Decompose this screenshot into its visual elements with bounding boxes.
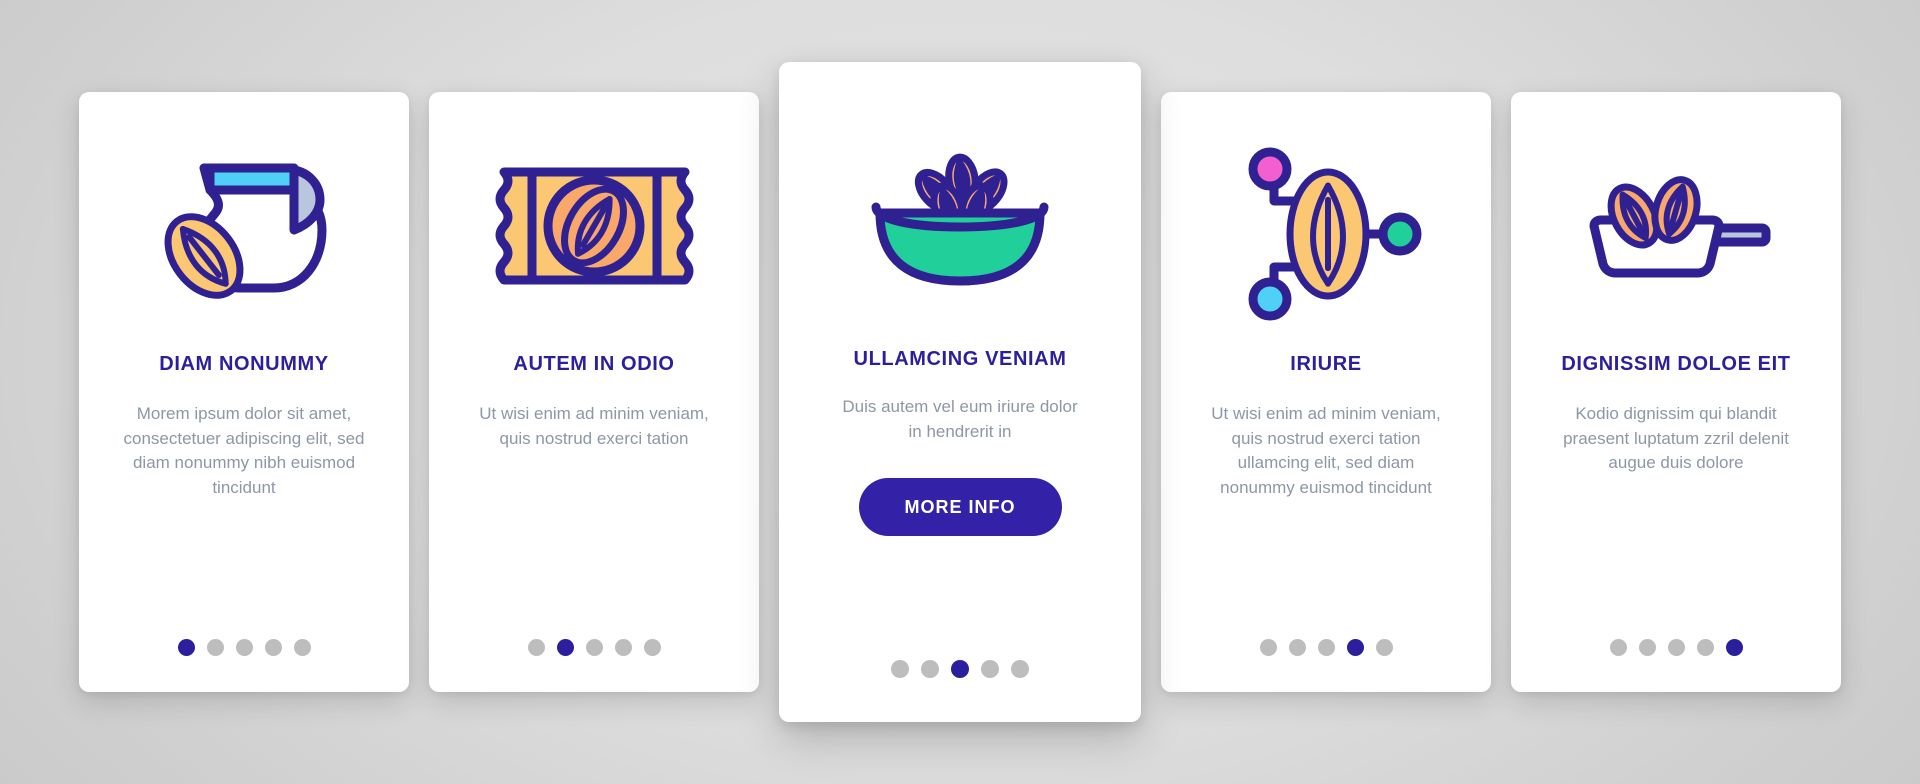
card-title: ULLAMCING VENIAM: [853, 348, 1067, 370]
almond-pitcher-icon: [164, 163, 327, 299]
almond-pan-icon: [1511, 92, 1841, 352]
onboarding-card[interactable]: DIGNISSIM DOLOE EIT Kodio dignissim qui b…: [1511, 92, 1841, 692]
onboarding-cards-stage: DIAM NONUMMY Morem ipsum dolor sit amet, …: [0, 0, 1920, 784]
pagination-dot[interactable]: [891, 660, 909, 678]
almond-bowl-icon: [779, 62, 1141, 347]
almond-candy-wrapper-icon: [495, 167, 693, 285]
pagination-dot[interactable]: [585, 639, 603, 656]
card-title: AUTEM IN ODIO: [513, 353, 675, 375]
pagination-dot[interactable]: [264, 639, 282, 656]
pagination-dot[interactable]: [614, 639, 632, 656]
pagination-dot-active[interactable]: [177, 639, 195, 656]
pagination-dot[interactable]: [206, 639, 224, 656]
onboarding-card[interactable]: DIAM NONUMMY Morem ipsum dolor sit amet, …: [79, 92, 409, 692]
pagination-dot[interactable]: [293, 639, 311, 656]
card-title: DIGNISSIM DOLOE EIT: [1561, 353, 1791, 375]
onboarding-card[interactable]: AUTEM IN ODIO Ut wisi enim ad minim venia…: [429, 92, 759, 692]
card-title: IRIURE: [1290, 353, 1362, 375]
pagination-dot-active[interactable]: [1346, 639, 1364, 656]
pagination-dot[interactable]: [1696, 639, 1714, 656]
pagination-dot[interactable]: [643, 639, 661, 656]
almond-candy-wrapper-icon: [429, 92, 759, 352]
pagination-dot[interactable]: [1638, 639, 1656, 656]
pagination-dot[interactable]: [1011, 660, 1029, 678]
almond-pan-icon: [1589, 176, 1770, 278]
pagination-dot-active[interactable]: [556, 639, 574, 656]
card-body-text: Ut wisi enim ad minim veniam, quis nostr…: [479, 404, 709, 448]
pagination-dot-active[interactable]: [1725, 639, 1743, 656]
pagination-dot[interactable]: [1375, 639, 1393, 656]
pagination-dot[interactable]: [1288, 639, 1306, 656]
card-body-text: Ut wisi enim ad minim veniam, quis nostr…: [1211, 404, 1441, 497]
pagination-dot[interactable]: [981, 660, 999, 678]
almond-pitcher-icon: [79, 92, 409, 352]
pagination-dot[interactable]: [527, 639, 545, 656]
almond-network-icon: [1248, 147, 1422, 320]
pagination-dots: [1511, 639, 1841, 656]
almond-network-icon: [1161, 92, 1491, 352]
pagination-dots: [779, 660, 1141, 678]
onboarding-card[interactable]: IRIURE Ut wisi enim ad minim veniam, quis…: [1161, 92, 1491, 692]
pagination-dot[interactable]: [1317, 639, 1335, 656]
card-title: DIAM NONUMMY: [159, 353, 329, 375]
card-body-text: Kodio dignissim qui blandit praesent lup…: [1563, 404, 1789, 473]
pagination-dot-active[interactable]: [951, 660, 969, 678]
almond-bowl-icon: [871, 153, 1048, 285]
card-body-text: Morem ipsum dolor sit amet, consectetuer…: [123, 404, 365, 497]
pagination-dot[interactable]: [921, 660, 939, 678]
pagination-dots: [1161, 639, 1491, 656]
card-body-text: Duis autem vel eum iriure dolor in hendr…: [842, 397, 1078, 441]
pagination-dots: [429, 639, 759, 656]
more-info-button[interactable]: MORE INFO: [858, 478, 1062, 537]
onboarding-card[interactable]: ULLAMCING VENIAM Duis autem vel eum iriur…: [779, 62, 1141, 722]
pagination-dot[interactable]: [1259, 639, 1277, 656]
pagination-dot[interactable]: [1667, 639, 1685, 656]
pagination-dot[interactable]: [235, 639, 253, 656]
pagination-dot[interactable]: [1609, 639, 1627, 656]
pagination-dots: [79, 639, 409, 656]
